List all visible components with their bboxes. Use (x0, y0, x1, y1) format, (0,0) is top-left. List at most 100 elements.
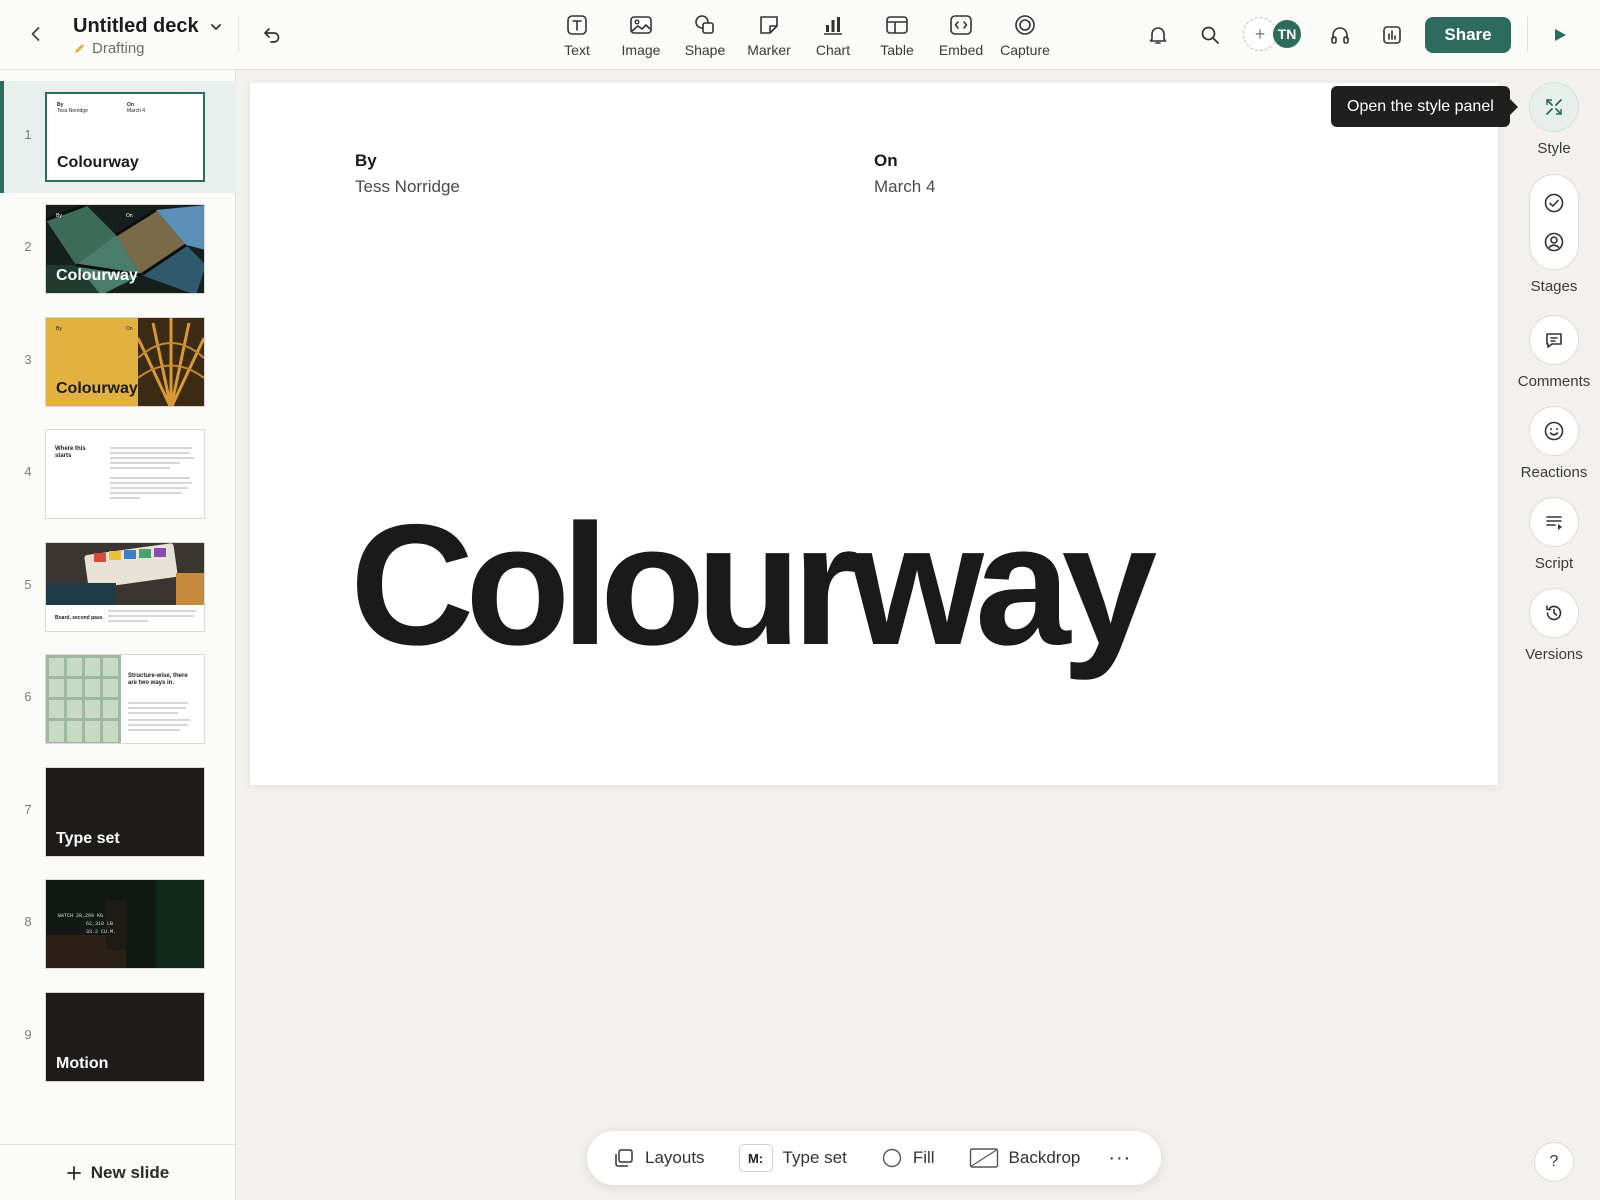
audio-button[interactable] (1322, 17, 1358, 53)
thumb-heading: Where this starts (55, 446, 86, 459)
style-label: Style (1537, 140, 1571, 157)
tool-table[interactable]: Table (865, 12, 929, 58)
slide-number: 2 (24, 239, 32, 254)
slide-title[interactable]: Colourway (350, 499, 1157, 671)
new-slide-label: New slide (90, 1162, 170, 1182)
on-block[interactable]: On March 4 (874, 151, 935, 197)
layouts-label: Layouts (645, 1148, 705, 1167)
thumbnail: BATCH 28,260 KG 62,310 LB 33.2 CU.M. (45, 879, 205, 969)
backdrop-label: Backdrop (1008, 1148, 1081, 1167)
back-button[interactable] (22, 20, 50, 48)
comments-button[interactable]: Comments (1508, 315, 1600, 390)
deck-title-menu[interactable]: Untitled deck (73, 15, 223, 38)
style-button[interactable]: Style (1508, 82, 1600, 157)
slide-thumbnail-6[interactable]: 6 Structure-wise, there are two ways in. (0, 643, 236, 755)
style-panel-tooltip: Open the style panel (1331, 86, 1518, 127)
status-label: Drafting (92, 40, 145, 57)
slide-thumbnail-3[interactable]: 3 By On Colourway (0, 306, 236, 418)
slide-thumbnail-4[interactable]: 4 Where this starts (0, 418, 236, 530)
embed-icon (950, 15, 972, 35)
window-grid-image (46, 655, 121, 743)
insert-toolbar: Text Image Shape Marker Chart Table Embe… (545, 12, 1057, 58)
chevron-left-icon (31, 27, 40, 41)
top-bar: Untitled deck Drafting Text Image Shape … (0, 0, 1600, 70)
share-button[interactable]: Share (1425, 17, 1511, 53)
deck-status: Drafting (73, 40, 145, 57)
by-block[interactable]: By Tess Norridge (355, 151, 460, 197)
more-options-button[interactable]: ··· (1108, 1147, 1131, 1170)
typeset-badge: M: (738, 1144, 773, 1172)
search-icon (1201, 26, 1219, 44)
slide-thumbnail-2[interactable]: 2 By On Colourway (0, 193, 236, 305)
paint-palette-image (46, 543, 204, 605)
slide-thumbnail-9[interactable]: 9 Motion (0, 981, 236, 1093)
tool-image[interactable]: Image (609, 12, 673, 58)
thumb-title: Type set (56, 830, 120, 847)
tool-label: Embed (938, 42, 984, 58)
thumb-on: On March 4 (127, 102, 146, 114)
tool-label: Marker (747, 42, 791, 58)
slide-number: 6 (24, 689, 32, 704)
new-slide-button[interactable]: New slide (0, 1144, 236, 1200)
tool-shape[interactable]: Shape (673, 12, 737, 58)
thumb-on: On (126, 326, 133, 332)
check-circle-icon (1544, 193, 1564, 212)
thumb-body-lines (128, 702, 190, 731)
fill-label: Fill (912, 1148, 935, 1167)
undo-button[interactable] (258, 20, 286, 48)
present-button[interactable] (1544, 20, 1576, 50)
thumb-stats: BATCH 28,260 KG 62,310 LB 33.2 CU.M. (58, 912, 116, 936)
comment-icon (1546, 333, 1562, 348)
typeset-button[interactable]: M: Type set (738, 1144, 847, 1172)
slide-thumbnail-8[interactable]: 8 BATCH 28,260 KG 62,310 LB 33.2 CU.M. (0, 868, 236, 980)
slide-number: 9 (24, 1027, 32, 1042)
slide-thumbnail-7[interactable]: 7 Type set (0, 756, 236, 868)
slide-number: 3 (24, 352, 32, 367)
stages-pill (1529, 174, 1579, 270)
user-circle-icon (1544, 232, 1564, 251)
fan-window-image (138, 318, 204, 406)
thumb-by: By (56, 213, 62, 219)
slide-number: 8 (24, 914, 32, 929)
notifications-button[interactable] (1140, 17, 1176, 53)
stages-button[interactable]: Stages (1508, 174, 1600, 295)
thumb-title: Motion (56, 1055, 109, 1072)
help-button[interactable]: ? (1534, 1142, 1574, 1182)
thumbnail: Structure-wise, there are two ways in. (45, 654, 205, 744)
slide-number: 4 (24, 464, 32, 479)
script-circle (1529, 497, 1579, 547)
tool-embed[interactable]: Embed (929, 12, 993, 58)
thumbnail: Type set (45, 767, 205, 857)
versions-button[interactable]: Versions (1508, 588, 1600, 663)
tool-capture[interactable]: Capture (993, 12, 1057, 58)
shape-icon (695, 15, 714, 34)
slide-canvas[interactable]: By Tess Norridge On March 4 Colourway (250, 83, 1498, 785)
script-button[interactable]: Script (1508, 497, 1600, 572)
tool-text[interactable]: Text (545, 12, 609, 58)
table-icon (886, 16, 908, 34)
thumb-stat-line: BATCH 28,260 KG (58, 913, 104, 919)
thumb-on: On (126, 213, 133, 219)
versions-label: Versions (1525, 646, 1583, 663)
tool-marker[interactable]: Marker (737, 12, 801, 58)
stages-label: Stages (1530, 278, 1578, 295)
backdrop-icon (969, 1148, 998, 1168)
layouts-button[interactable]: Layouts (613, 1147, 705, 1169)
slide-thumbnail-1[interactable]: 1 By Tess Norridge On March 4 Colourway (0, 81, 236, 193)
avatar[interactable]: TN (1271, 18, 1303, 50)
analytics-button[interactable] (1374, 17, 1410, 53)
tool-chart[interactable]: Chart (801, 12, 865, 58)
script-icon (1546, 516, 1562, 530)
reactions-label: Reactions (1520, 464, 1588, 481)
fill-button[interactable]: Fill (881, 1147, 935, 1169)
slide-thumbnail-5[interactable]: 5 Board, second pass (0, 531, 236, 643)
slide-sidebar: 1 By Tess Norridge On March 4 Colourway 2 … (0, 70, 236, 1200)
marker-icon (760, 16, 778, 34)
slide-number: 1 (24, 127, 32, 142)
search-button[interactable] (1192, 17, 1228, 53)
backdrop-button[interactable]: Backdrop (969, 1147, 1081, 1169)
tool-label: Capture (1000, 42, 1050, 58)
header-actions (1140, 17, 1228, 53)
thumb-body-lines (110, 447, 194, 499)
reactions-button[interactable]: Reactions (1508, 406, 1600, 481)
